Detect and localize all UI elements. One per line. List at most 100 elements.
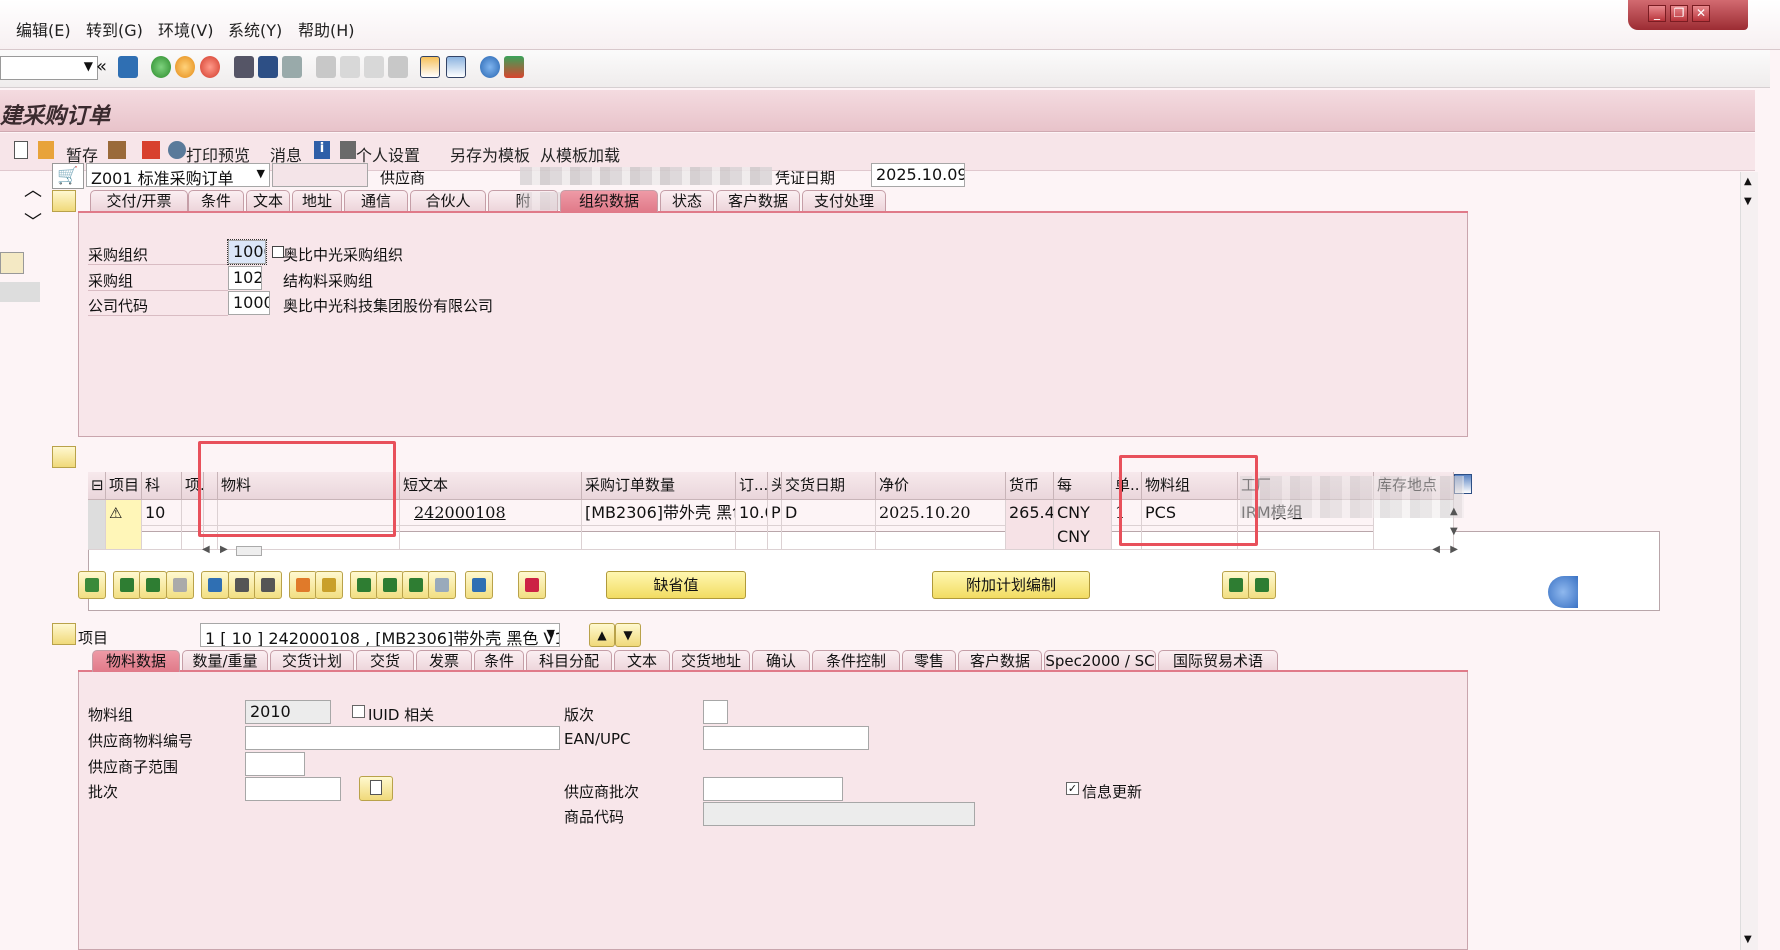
info-icon[interactable]: i xyxy=(314,141,330,159)
save-as-template-button[interactable]: 另存为模板 xyxy=(450,142,530,166)
customize-layout-icon[interactable] xyxy=(504,56,524,78)
chevron-up-icon[interactable]: ︿ xyxy=(24,176,42,202)
col-per-cell[interactable]: CNY xyxy=(1054,500,1112,526)
copy-item-button[interactable] xyxy=(166,571,194,599)
doc-date-field[interactable]: 2025.10.09 xyxy=(871,163,965,187)
filter-button[interactable] xyxy=(402,571,430,599)
col-unit-cell[interactable]: 10.000 xyxy=(736,500,768,526)
new-session-icon[interactable] xyxy=(420,56,440,78)
sort-descending-button[interactable] xyxy=(376,571,404,599)
last-page-icon[interactable] xyxy=(388,56,408,78)
unlock-item-button[interactable] xyxy=(254,571,282,599)
find-icon[interactable] xyxy=(258,56,278,78)
tab-status[interactable]: 状态 xyxy=(660,190,714,212)
revision-field[interactable] xyxy=(703,700,728,724)
help-icon[interactable] xyxy=(480,56,500,78)
next-page-icon[interactable] xyxy=(364,56,384,78)
tab-address[interactable]: 地址 xyxy=(292,190,342,212)
item-tab-9[interactable]: 确认 xyxy=(752,650,810,672)
item-tab-7[interactable]: 文本 xyxy=(614,650,670,672)
tab-texts[interactable]: 文本 xyxy=(246,190,290,212)
other-document-icon[interactable] xyxy=(38,141,54,159)
double-chevron-left-icon[interactable]: « xyxy=(96,56,107,77)
col-account-cell[interactable]: 10 xyxy=(142,500,182,526)
item-tab-10[interactable]: 条件控制 xyxy=(812,650,900,672)
cart-icon[interactable]: 🛒 xyxy=(52,163,84,189)
minimize-icon[interactable]: _ xyxy=(1648,5,1666,22)
col-qty-header[interactable]: 采购订单数量 xyxy=(582,472,736,500)
col-net-price-cell[interactable]: 2025.10.20 xyxy=(876,500,1006,526)
list-layout-button[interactable] xyxy=(518,571,546,599)
item-tab-1[interactable]: 数量/重量 xyxy=(182,650,268,672)
refresh-prices-button[interactable] xyxy=(1222,571,1250,599)
col-account-cell[interactable] xyxy=(142,524,182,550)
chevron-down-icon[interactable]: ﹀ xyxy=(24,208,42,234)
col-date-cat-cell[interactable]: PCS xyxy=(768,500,782,526)
col-per-header[interactable]: 每 xyxy=(1054,472,1112,500)
company-code-field[interactable]: 1000 xyxy=(228,291,270,315)
first-page-icon[interactable] xyxy=(316,56,336,78)
col-short-text-cell[interactable]: 242000108 xyxy=(400,500,582,526)
col-currency-header[interactable]: 货币 xyxy=(1006,472,1054,500)
item-tab-14[interactable]: 国际贸易术语 xyxy=(1158,650,1278,672)
item-tab-4[interactable]: 发票 xyxy=(416,650,472,672)
col-date-cat-header[interactable]: 头 xyxy=(768,472,782,500)
purchasing-org-field[interactable]: 1000 xyxy=(227,239,267,265)
tab-communication[interactable]: 通信 xyxy=(344,190,408,212)
copy-row-button[interactable] xyxy=(289,571,317,599)
col-short-text-header[interactable]: 短文本 xyxy=(400,472,582,500)
flag-icon[interactable] xyxy=(142,141,160,159)
tab-delivery-invoice[interactable]: 交付/开票 xyxy=(90,190,188,212)
restore-icon[interactable]: ❐ xyxy=(1670,5,1688,22)
expand-header-icon[interactable] xyxy=(52,190,76,212)
load-from-template-button[interactable]: 从模板加载 xyxy=(540,142,620,166)
assistant-icon[interactable] xyxy=(1548,576,1578,608)
batch-field[interactable] xyxy=(245,777,341,801)
additional-planning-button[interactable]: 附加计划编制 xyxy=(932,571,1090,599)
ean-field[interactable] xyxy=(703,726,869,750)
back-icon[interactable] xyxy=(151,56,171,78)
doc-number-field[interactable] xyxy=(272,163,368,187)
item-tab-3[interactable]: 交货 xyxy=(356,650,414,672)
sort-ascending-button[interactable] xyxy=(350,571,378,599)
tab-payment[interactable]: 支付处理 xyxy=(802,190,886,212)
sum-button[interactable] xyxy=(428,571,456,599)
tab-partners[interactable]: 合伙人 xyxy=(410,190,486,212)
table-vertical-scrollbar[interactable]: ▲ ▼ xyxy=(1450,506,1466,546)
value-help-icon[interactable] xyxy=(272,246,284,258)
item-selector[interactable]: 1 [ 10 ] 242000108 , [MB2306]带外壳 黑色 V1.0… xyxy=(200,623,560,647)
col-account-header[interactable]: 科 xyxy=(142,472,182,500)
paste-row-button[interactable] xyxy=(315,571,343,599)
item-tab-8[interactable]: 交货地址 xyxy=(672,650,750,672)
find-next-icon[interactable] xyxy=(282,56,302,78)
doc-type-select[interactable]: Z001 标准采购订单 ▼ xyxy=(86,163,270,187)
deselect-all-button[interactable] xyxy=(139,571,167,599)
menu-system[interactable]: 系统(Y) xyxy=(228,17,282,41)
tab-org-data[interactable]: 组织数据 xyxy=(560,190,658,212)
menu-help[interactable]: 帮助(H) xyxy=(298,17,355,41)
details-button[interactable] xyxy=(78,571,106,599)
vendor-material-field[interactable] xyxy=(245,726,560,750)
tab-conditions[interactable]: 条件 xyxy=(188,190,244,212)
iuid-checkbox[interactable] xyxy=(352,705,365,718)
item-tab-6[interactable]: 科目分配 xyxy=(526,650,612,672)
col-net-price-header[interactable]: 净价 xyxy=(876,472,1006,500)
export-button[interactable] xyxy=(465,571,493,599)
select-all-button[interactable] xyxy=(113,571,141,599)
cancel-icon[interactable] xyxy=(200,56,220,78)
col-item-header[interactable]: 项目 xyxy=(106,472,142,500)
info-update-checkbox[interactable]: ✓ xyxy=(1066,782,1079,795)
save-icon[interactable] xyxy=(118,56,138,78)
item-overview-button[interactable] xyxy=(1248,571,1276,599)
default-values-button[interactable]: 缺省值 xyxy=(606,571,746,599)
document-icon[interactable] xyxy=(14,141,28,159)
menu-goto[interactable]: 转到(G) xyxy=(86,17,143,41)
col-unit-header[interactable]: 订... xyxy=(736,472,768,500)
col-delivery-date-cell[interactable]: D xyxy=(782,500,876,526)
col-delivery-date-header[interactable]: 交货日期 xyxy=(782,472,876,500)
menu-environment[interactable]: 环境(V) xyxy=(158,17,213,41)
col-currency-cell[interactable]: 265.49 xyxy=(1006,500,1054,526)
exit-icon[interactable] xyxy=(175,56,195,78)
item-tab-5[interactable]: 条件 xyxy=(474,650,524,672)
item-tab-11[interactable]: 零售 xyxy=(902,650,956,672)
